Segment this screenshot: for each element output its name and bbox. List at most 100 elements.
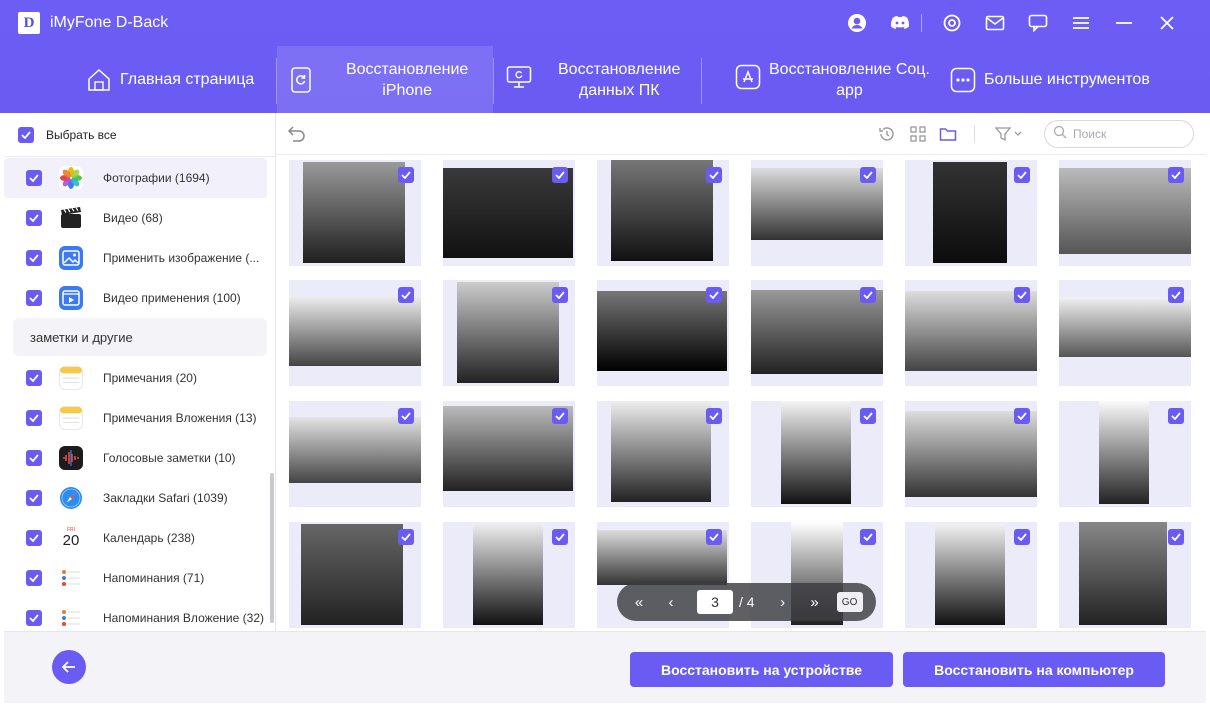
minimize-icon[interactable]: [1102, 10, 1145, 36]
select-all-checkbox[interactable]: [18, 126, 34, 143]
discord-icon[interactable]: [878, 10, 921, 36]
search-input[interactable]: [1073, 127, 1183, 141]
photo-checkbox[interactable]: [860, 167, 876, 183]
tab-more-tools[interactable]: Больше инструментов: [950, 46, 1150, 113]
sidebar-item-reminders-attachments[interactable]: Напоминания Вложение (32): [4, 598, 267, 631]
photo-checkbox[interactable]: [1014, 408, 1030, 424]
photo-checkbox[interactable]: [398, 287, 414, 303]
item-checkbox[interactable]: [26, 410, 42, 426]
photo-thumbnail[interactable]: [1059, 280, 1191, 386]
photo-thumbnail[interactable]: [443, 401, 575, 507]
item-checkbox[interactable]: [26, 610, 42, 626]
photo-checkbox[interactable]: [1168, 408, 1184, 424]
photo-thumbnail[interactable]: [289, 401, 421, 507]
prev-page-icon[interactable]: ‹: [655, 588, 687, 616]
item-checkbox[interactable]: [26, 490, 42, 506]
photo-checkbox[interactable]: [1014, 287, 1030, 303]
page-input[interactable]: [697, 590, 733, 614]
photo-thumbnail[interactable]: [443, 280, 575, 386]
undo-icon[interactable]: [285, 123, 307, 145]
photo-checkbox[interactable]: [552, 167, 568, 183]
photo-checkbox[interactable]: [552, 408, 568, 424]
tab-social-recovery[interactable]: Восстановление Соц. app: [735, 46, 930, 113]
photo-thumbnail[interactable]: [289, 280, 421, 386]
photo-thumbnail[interactable]: [905, 522, 1037, 628]
photo-checkbox[interactable]: [398, 167, 414, 183]
photo-checkbox[interactable]: [398, 529, 414, 545]
photo-checkbox[interactable]: [1014, 529, 1030, 545]
sidebar-item-notes-attachments[interactable]: Примечания Вложения (13): [4, 398, 267, 438]
sidebar-item-photos[interactable]: Фотографии (1694): [4, 158, 267, 198]
photo-thumbnail[interactable]: [1059, 160, 1191, 266]
photo-thumbnail[interactable]: [597, 160, 729, 266]
folder-view-icon[interactable]: [937, 123, 959, 145]
mail-icon[interactable]: [973, 10, 1016, 36]
photo-thumbnail[interactable]: [751, 401, 883, 507]
photo-thumbnail[interactable]: [905, 280, 1037, 386]
tab-pc-recovery[interactable]: Восстановление данных ПК: [506, 46, 680, 113]
restore-to-device-button[interactable]: Восстановить на устройстве: [630, 652, 893, 687]
target-icon[interactable]: [930, 10, 973, 36]
photo-checkbox[interactable]: [1014, 167, 1030, 183]
sidebar-item-voice-memos[interactable]: Голосовые заметки (10): [4, 438, 267, 478]
item-checkbox[interactable]: [26, 290, 42, 306]
last-page-icon[interactable]: »: [799, 588, 831, 616]
photo-checkbox[interactable]: [706, 287, 722, 303]
select-all-row[interactable]: Выбрать все: [4, 113, 276, 157]
photo-thumbnail[interactable]: [443, 160, 575, 266]
back-button[interactable]: [52, 650, 86, 684]
sidebar-item-notes[interactable]: Примечания (20): [4, 358, 267, 398]
sidebar-item-calendar[interactable]: FRI 20 Календарь (238): [4, 518, 267, 558]
photo-checkbox[interactable]: [1168, 529, 1184, 545]
photo-checkbox[interactable]: [1168, 287, 1184, 303]
history-icon[interactable]: [876, 123, 898, 145]
sidebar-item-reminders[interactable]: Напоминания (71): [4, 558, 267, 598]
photo-thumbnail[interactable]: [905, 401, 1037, 507]
photo-checkbox[interactable]: [706, 529, 722, 545]
photo-checkbox[interactable]: [706, 408, 722, 424]
sidebar-item-safari-bookmarks[interactable]: Закладки Safari (1039): [4, 478, 267, 518]
photo-checkbox[interactable]: [860, 408, 876, 424]
restore-to-computer-button[interactable]: Восстановить на компьютер: [903, 652, 1165, 687]
item-checkbox[interactable]: [26, 570, 42, 586]
sidebar-scrollbar[interactable]: [270, 473, 274, 623]
photo-thumbnail[interactable]: [289, 522, 421, 628]
go-button[interactable]: GO: [836, 592, 863, 612]
photo-checkbox[interactable]: [552, 287, 568, 303]
photo-checkbox[interactable]: [706, 167, 722, 183]
photo-thumbnail[interactable]: [751, 160, 883, 266]
photo-thumbnail[interactable]: [597, 280, 729, 386]
account-icon[interactable]: [835, 10, 878, 36]
photo-checkbox[interactable]: [860, 529, 876, 545]
photo-thumbnail[interactable]: [1059, 522, 1191, 628]
group-notes-and-other[interactable]: заметки и другие: [13, 318, 267, 356]
photo-checkbox[interactable]: [552, 529, 568, 545]
photo-checkbox[interactable]: [1168, 167, 1184, 183]
item-checkbox[interactable]: [26, 530, 42, 546]
item-checkbox[interactable]: [26, 210, 42, 226]
search-box[interactable]: [1044, 120, 1194, 148]
item-checkbox[interactable]: [26, 370, 42, 386]
menu-icon[interactable]: [1059, 10, 1102, 36]
sidebar-item-video[interactable]: Видео (68): [4, 198, 267, 238]
photo-thumbnail[interactable]: [1059, 401, 1191, 507]
grid-view-icon[interactable]: [907, 123, 929, 145]
chat-icon[interactable]: [1016, 10, 1059, 36]
photo-checkbox[interactable]: [398, 408, 414, 424]
tab-iphone-restore[interactable]: Восстановление iPhone: [277, 46, 493, 113]
photo-thumbnail[interactable]: [905, 160, 1037, 266]
photo-checkbox[interactable]: [860, 287, 876, 303]
filter-icon[interactable]: [994, 123, 1026, 145]
photo-thumbnail[interactable]: [751, 280, 883, 386]
item-checkbox[interactable]: [26, 170, 42, 186]
item-checkbox[interactable]: [26, 250, 42, 266]
tab-home[interactable]: Главная страница: [86, 46, 254, 113]
next-page-icon[interactable]: ›: [767, 588, 799, 616]
first-page-icon[interactable]: «: [623, 588, 655, 616]
item-checkbox[interactable]: [26, 450, 42, 466]
close-icon[interactable]: [1145, 10, 1188, 36]
photo-thumbnail[interactable]: [597, 401, 729, 507]
sidebar-item-app-videos[interactable]: Видео применения (100): [4, 278, 267, 318]
sidebar-item-app-images[interactable]: Применить изображение (...: [4, 238, 267, 278]
photo-thumbnail[interactable]: [443, 522, 575, 628]
